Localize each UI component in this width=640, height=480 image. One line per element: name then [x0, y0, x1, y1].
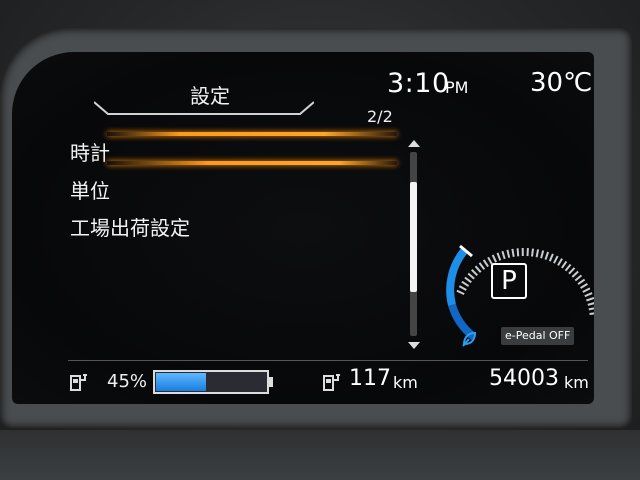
battery-terminal — [269, 377, 273, 387]
gauge-tick — [586, 296, 594, 302]
eco-leaf-icon — [462, 331, 477, 347]
gauge-tick — [564, 263, 572, 272]
gauge-tick — [580, 283, 588, 289]
gauge-tick — [584, 292, 593, 298]
scroll-down-arrow-icon[interactable] — [408, 342, 420, 349]
range-unit: km — [393, 373, 418, 392]
outside-temperature: 30℃ — [530, 68, 593, 98]
selection-highlight-bottom — [107, 161, 397, 165]
gauge-tick — [574, 274, 583, 282]
gauge-tick — [531, 248, 534, 257]
odometer-value: 54003 — [489, 366, 559, 391]
range-plug-icon — [323, 374, 340, 391]
battery-level-fill — [156, 373, 206, 391]
gauge-tick — [482, 259, 489, 268]
gauge-tick — [501, 250, 506, 260]
gauge-tick — [470, 268, 479, 277]
gauge-tick — [582, 287, 591, 293]
clock-time: 3:10 — [387, 68, 450, 99]
odometer-unit: km — [564, 373, 589, 392]
gauge-tick — [561, 260, 568, 269]
battery-level-bar — [153, 370, 269, 394]
gauge-tick — [553, 255, 559, 264]
battery-percent: 45% — [107, 371, 148, 392]
range-value: 117 — [349, 366, 391, 391]
gauge-tick — [589, 312, 594, 315]
gauge-tick — [568, 267, 576, 275]
battery-plug-icon — [70, 374, 87, 391]
gauge-tick — [496, 252, 502, 261]
gauge-tick — [571, 270, 579, 278]
gauge-tick — [544, 251, 550, 260]
gear-indicator: P — [491, 263, 527, 299]
gauge-tick — [491, 254, 498, 263]
menu-item-clock[interactable]: 時計 — [70, 137, 110, 166]
clock-ampm: PM — [445, 78, 469, 97]
status-divider — [68, 360, 588, 361]
gauge-tick — [511, 248, 515, 257]
scrollbar-thumb[interactable] — [410, 182, 417, 292]
gauge-charge-arc — [446, 248, 468, 306]
dashboard-trim — [0, 430, 640, 480]
title-underline — [94, 101, 314, 115]
menu-item-factory-reset[interactable]: 工場出荷設定 — [70, 212, 190, 241]
scroll-up-arrow-icon[interactable] — [408, 140, 420, 147]
selection-highlight-top — [107, 132, 397, 136]
gauge-tick — [474, 265, 482, 273]
gauge-tick — [478, 262, 486, 270]
gauge-tick — [506, 249, 511, 258]
instrument-display: 設定 3:10 PM 30℃ 2/2 時計 単位 工場出荷設定 P e-Peda… — [12, 52, 594, 404]
scrollbar-track[interactable] — [410, 152, 417, 336]
gauge-tick — [577, 278, 586, 285]
gauge-tick — [540, 250, 545, 259]
gauge-tick — [548, 253, 554, 262]
gauge-tick — [588, 307, 594, 311]
gauge-tick — [464, 276, 472, 284]
gauge-tick — [456, 289, 465, 296]
gauge-tick — [535, 249, 540, 258]
menu-item-units[interactable]: 単位 — [70, 175, 110, 204]
e-pedal-status: e-Pedal OFF — [501, 327, 575, 345]
gauge-tick — [557, 258, 563, 266]
gauge-tick — [516, 248, 520, 257]
page-indicator: 2/2 — [367, 107, 393, 126]
gauge-tick — [461, 280, 470, 287]
gauge-tick — [458, 285, 467, 291]
gauge-tick — [467, 272, 475, 280]
gauge-tick — [587, 302, 594, 306]
